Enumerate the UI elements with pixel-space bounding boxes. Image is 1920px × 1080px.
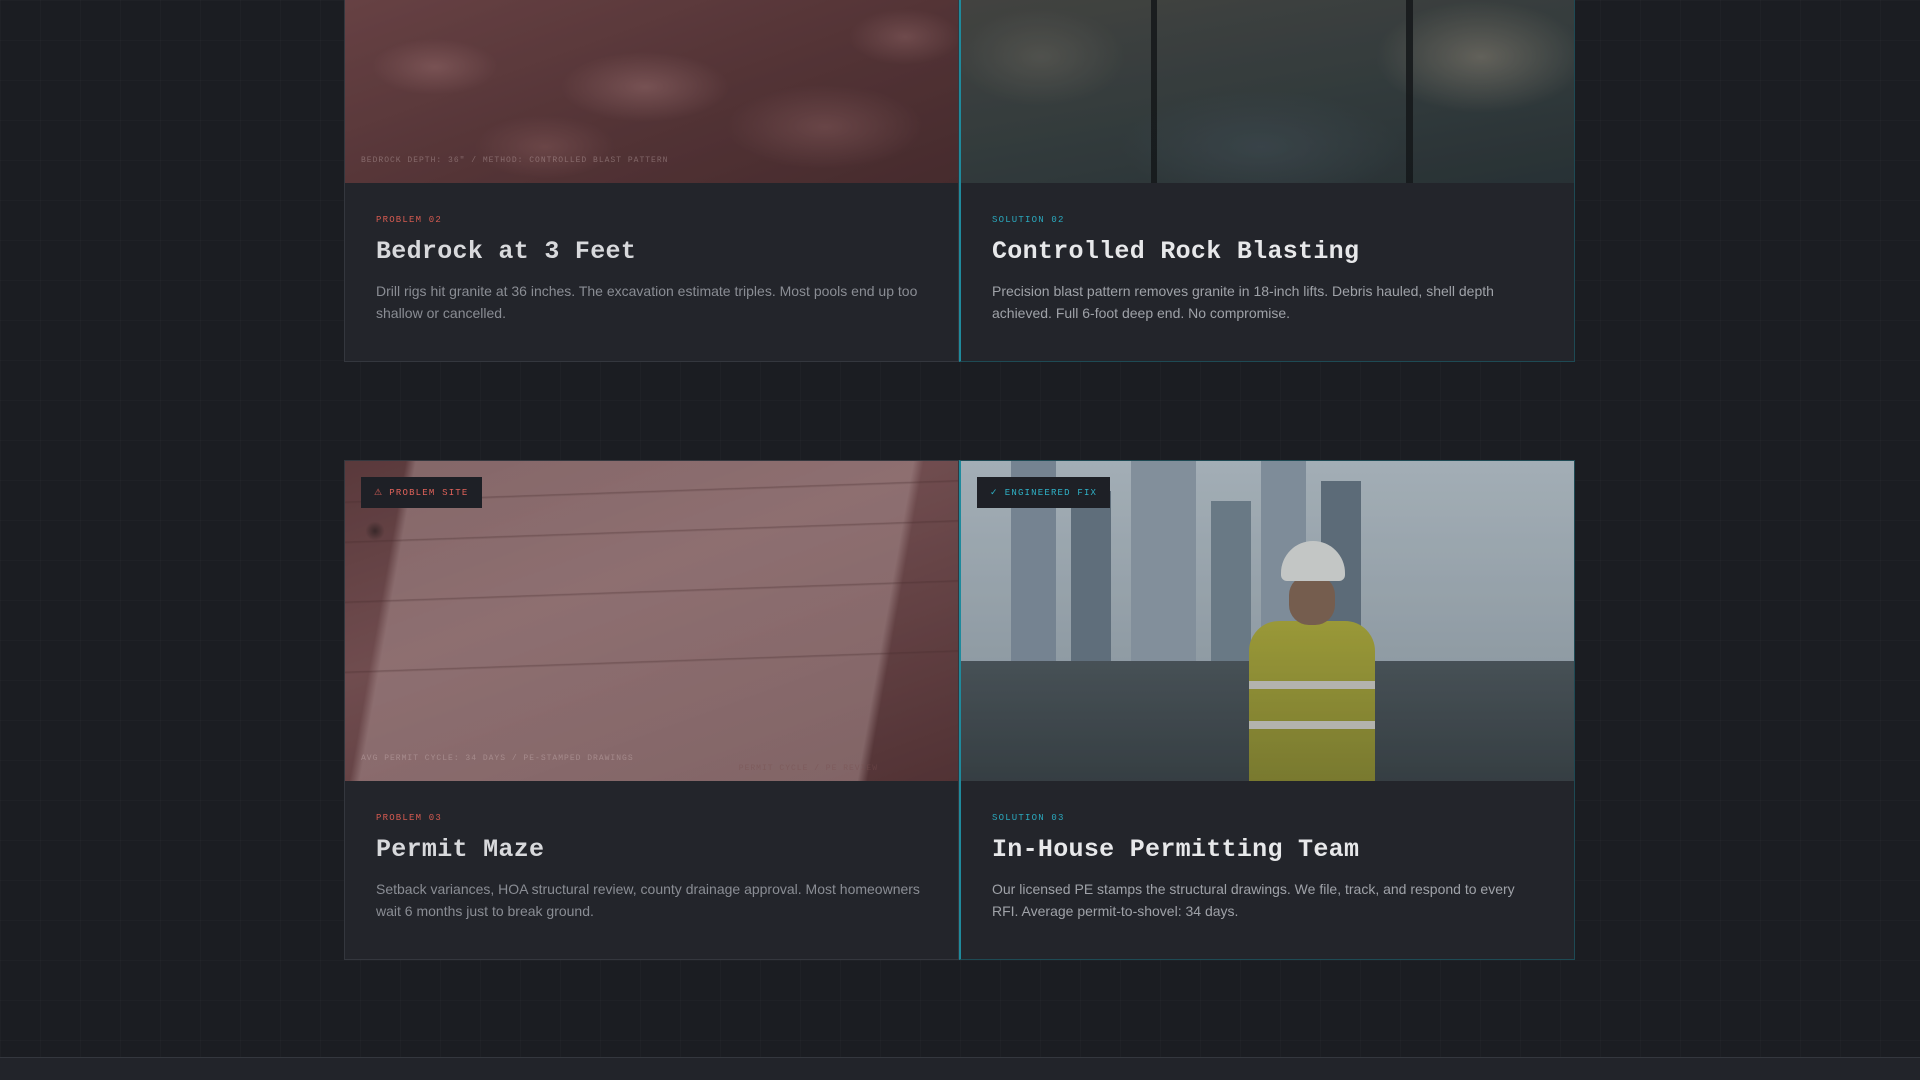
card-title: Bedrock at 3 Feet [376, 237, 637, 266]
card-body: SOLUTION 03 In-House Permitting Team Our… [961, 781, 1574, 922]
card-body: PROBLEM 03 Permit Maze Setback variances… [345, 781, 958, 922]
card-title: Controlled Rock Blasting [992, 237, 1360, 266]
card-description: Drill rigs hit granite at 36 inches. The… [376, 283, 918, 321]
tag-label: PROBLEM SITE [389, 488, 469, 498]
photo-caption-right: PERMIT CYCLE / PE REVIEW [738, 764, 878, 773]
engineer-worksite-photo: ✓ ENGINEERED FIX [961, 461, 1574, 781]
blasting-photo [961, 0, 1574, 183]
warning-icon: ⚠ [374, 488, 384, 498]
problem-site-tag: ⚠ PROBLEM SITE [361, 477, 482, 508]
comparison-row-2: BEDROCK DEPTH: 36" / METHOD: CONTROLLED … [344, 0, 1575, 362]
solution-photo-tint [961, 0, 1574, 183]
bedrock-photo: BEDROCK DEPTH: 36" / METHOD: CONTROLLED … [345, 0, 958, 183]
permit-application-photo: ⚠ PROBLEM SITE AVG PERMIT CYCLE: 34 DAYS… [345, 461, 958, 781]
photo-caption: BEDROCK DEPTH: 36" / METHOD: CONTROLLED … [361, 156, 669, 165]
card-description: Setback variances, HOA structural review… [376, 881, 920, 919]
check-icon: ✓ [990, 488, 999, 498]
problem-kicker: PROBLEM 02 [376, 215, 443, 225]
problem-photo-tint [345, 461, 958, 781]
solution-card-permitting: ✓ ENGINEERED FIX SOLUTION 03 In-House Pe… [959, 460, 1575, 960]
comparison-row-3: ⚠ PROBLEM SITE AVG PERMIT CYCLE: 34 DAYS… [344, 460, 1575, 960]
solution-card-blasting: SOLUTION 02 Controlled Rock Blasting Pre… [959, 0, 1575, 362]
card-body: PROBLEM 02 Bedrock at 3 Feet Drill rigs … [345, 183, 958, 324]
problem-kicker: PROBLEM 03 [376, 813, 443, 823]
solution-kicker: SOLUTION 02 [992, 215, 1065, 225]
solution-kicker: SOLUTION 03 [992, 813, 1065, 823]
engineered-fix-tag: ✓ ENGINEERED FIX [977, 477, 1111, 508]
footer-strip [0, 1057, 1920, 1080]
card-title: In-House Permitting Team [992, 835, 1360, 864]
problem-card-permit: ⚠ PROBLEM SITE AVG PERMIT CYCLE: 34 DAYS… [344, 460, 959, 960]
photo-caption: AVG PERMIT CYCLE: 34 DAYS / PE-STAMPED D… [361, 754, 634, 763]
solution-photo-tint [961, 461, 1574, 781]
card-body: SOLUTION 02 Controlled Rock Blasting Pre… [961, 183, 1574, 324]
problem-card-bedrock: BEDROCK DEPTH: 36" / METHOD: CONTROLLED … [344, 0, 959, 362]
card-description: Our licensed PE stamps the structural dr… [992, 881, 1515, 919]
tag-label: ENGINEERED FIX [1004, 488, 1098, 498]
card-description: Precision blast pattern removes granite … [992, 283, 1494, 321]
card-title: Permit Maze [376, 835, 545, 864]
